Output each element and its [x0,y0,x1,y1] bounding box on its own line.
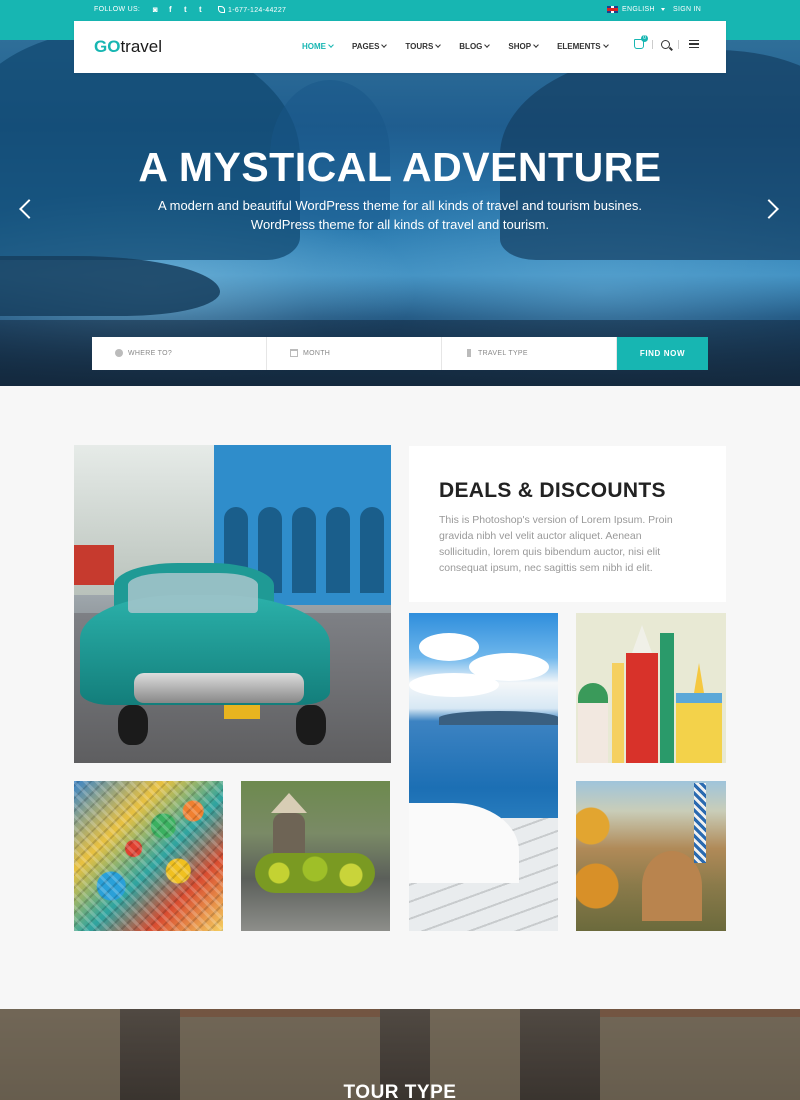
photo-cloud [409,673,499,697]
photo-tree [576,781,626,931]
divider [652,39,653,49]
logo-rest: travel [120,37,163,56]
where-to-placeholder: WHERE TO? [128,350,173,357]
illustration-tower [612,663,624,763]
social-links: ◙ f t t [151,5,205,14]
nav-pages[interactable]: PAGES [352,42,388,51]
photo-wall [409,803,519,883]
month-placeholder: MONTH [303,350,331,357]
photo-cloud [419,633,479,661]
tour-type-title: TOUR TYPE [343,1082,457,1100]
nav-elements[interactable]: ELEMENTS [557,42,609,51]
find-now-button[interactable]: FIND NOW [617,337,708,370]
travel-type-placeholder: TRAVEL TYPE [478,350,528,357]
chevron-down-icon [602,42,609,48]
hero-subtitle-line: WordPress theme for all kinds of travel … [250,217,550,232]
nav-label: PAGES [352,42,380,51]
photo-arch [292,507,316,593]
photo-bus [74,545,114,585]
chevron-down-icon [484,42,491,48]
photo-car-wheel [296,705,326,745]
where-to-field[interactable]: WHERE TO? [92,337,267,370]
hero-slider: A MYSTICAL ADVENTURE A modern and beauti… [0,40,800,386]
divider [678,39,679,49]
illustration-tower [660,633,674,763]
illustration-spire [694,663,704,693]
chevron-down-icon [328,42,334,48]
nav-label: TOURS [405,42,434,51]
nav-label: BLOG [459,42,483,51]
site-logo[interactable]: GOtravel [94,37,162,57]
hero-subtitle: A modern and beautiful WordPress theme f… [0,196,800,234]
nav-label: SHOP [508,42,532,51]
chevron-down-icon [381,42,388,48]
uk-flag-icon [607,6,618,13]
month-field[interactable]: MONTH [267,337,442,370]
photo-arch [360,507,384,593]
phone-contact[interactable]: 1-677-124-44227 [218,6,286,14]
nav-label: HOME [302,42,326,51]
photo-tower [694,783,706,863]
photo-mosaic-texture [74,781,223,931]
nav-shop[interactable]: SHOP [508,42,539,51]
tour-search-form: WHERE TO? MONTH TRAVEL TYPE FIND NOW [92,337,708,370]
nav-label: ELEMENTS [557,42,601,51]
language-selector[interactable]: ENGLISH [607,6,665,13]
main-nav: HOME PAGES TOURS BLOG SHOP ELEMENTS [302,42,627,51]
illustration-building [676,703,722,763]
illustration-dome [578,683,608,703]
calendar-icon [290,349,298,357]
chevron-down-icon [533,42,539,48]
tumblr-icon[interactable]: t [196,5,205,14]
hero-title: A MYSTICAL ADVENTURE [138,144,662,190]
photo-house [642,851,702,921]
mosaic-lizard-image[interactable] [74,781,223,931]
nav-blog[interactable]: BLOG [459,42,491,51]
photo-arch [326,507,350,593]
location-icon [115,349,123,357]
street-vendor-image[interactable] [241,781,390,931]
havana-car-image[interactable] [74,445,391,763]
photo-island [439,711,558,725]
pin-icon [467,349,471,357]
nav-home[interactable]: HOME [302,42,334,51]
travel-type-field[interactable]: TRAVEL TYPE [442,337,617,370]
phone-icon [218,6,225,13]
sign-in-link[interactable]: SIGN IN [673,6,701,13]
twitter-icon[interactable]: t [181,5,190,14]
deals-card: DEALS & DISCOUNTS This is Photoshop's ve… [409,446,726,602]
hero-subtitle-line: A modern and beautiful WordPress theme f… [158,198,642,213]
santorini-image[interactable] [409,613,558,931]
photo-car-plate [224,705,260,719]
hero-shore [0,256,220,316]
photo-bananas [255,853,375,893]
instagram-icon[interactable]: ◙ [151,5,160,14]
hamburger-menu-icon[interactable] [689,39,699,49]
deals-description: This is Photoshop's version of Lorem Ips… [439,514,673,574]
cart-count-badge: 0 [641,35,648,42]
chevron-down-icon [435,42,442,48]
header-icons: 0 [634,35,699,49]
photo-car-grill [134,673,304,703]
follow-us-label: FOLLOW US: [94,6,141,13]
illustration-spire [632,625,652,653]
facebook-icon[interactable]: f [166,5,175,14]
photo-car-window [128,573,258,613]
illustration-tower [626,653,658,763]
park-guell-image[interactable] [576,781,726,931]
cart-icon[interactable]: 0 [634,35,648,49]
language-label: ENGLISH [622,6,655,13]
city-illustration-image[interactable] [576,613,726,763]
illustration-bridge [676,693,722,703]
logo-bold: GO [94,37,121,56]
search-icon[interactable] [661,39,670,49]
nav-tours[interactable]: TOURS [405,42,442,51]
photo-car-wheel [118,705,148,745]
main-header: GOtravel HOME PAGES TOURS BLOG SHOP ELEM… [74,21,726,73]
deals-title: DEALS & DISCOUNTS [439,479,666,502]
phone-number: 1-677-124-44227 [228,7,287,14]
photo-hat [271,793,307,813]
tour-type-section: TOUR TYPE [0,1009,800,1100]
chevron-down-icon [660,8,665,11]
